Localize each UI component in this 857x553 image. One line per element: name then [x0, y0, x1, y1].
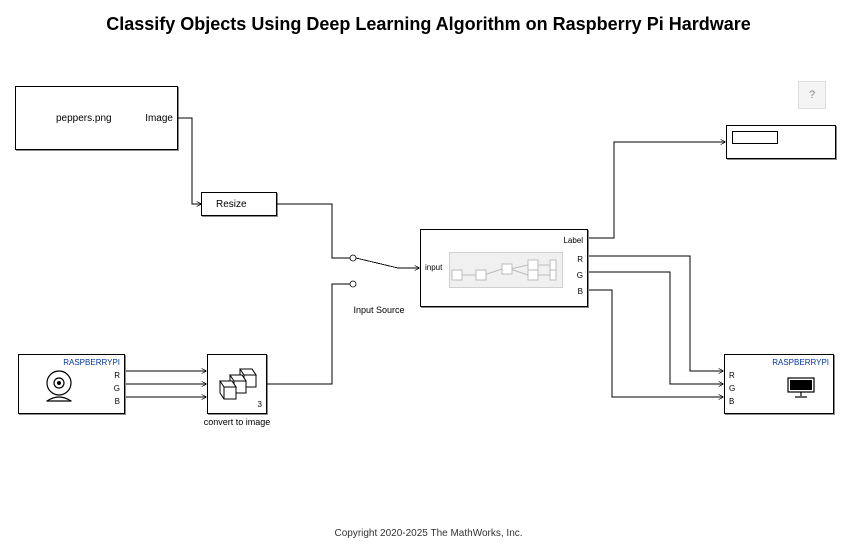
switch-caption: Input Source — [340, 306, 418, 315]
camera-device-label: RASPBERRYPI — [63, 359, 120, 367]
dl-port-r-label: R — [577, 256, 583, 264]
camera-block[interactable]: RASPBERRYPI R G B — [18, 354, 125, 414]
video-device-label: RASPBERRYPI — [772, 359, 829, 367]
image-file-port-out-label: Image — [145, 114, 173, 124]
video-port-r-label: R — [729, 372, 735, 380]
camera-port-r-label: R — [114, 372, 120, 380]
camera-port-b-label: B — [115, 398, 120, 406]
video-port-b-label: B — [729, 398, 734, 406]
help-button[interactable]: ? — [798, 81, 826, 109]
resize-label: Resize — [216, 200, 247, 210]
dl-port-in-label: input — [425, 264, 442, 272]
video-display-block[interactable]: R G B RASPBERRYPI — [724, 354, 834, 414]
camera-port-g-label: G — [114, 385, 120, 393]
page-title: Classify Objects Using Deep Learning Alg… — [0, 14, 857, 35]
dl-port-b-label: B — [578, 288, 583, 296]
deep-learning-block[interactable]: input Label R G B — [420, 229, 588, 307]
copyright-text: Copyright 2020-2025 The MathWorks, Inc. — [0, 528, 857, 539]
camera-icon — [41, 369, 77, 407]
concatenate-block[interactable]: 3 — [207, 354, 267, 414]
concat-port-out-label: 3 — [258, 401, 262, 409]
image-file-filename-label: peppers.png — [56, 114, 112, 124]
concat-caption: convert to image — [198, 418, 276, 427]
cube-stack-icon — [218, 365, 258, 401]
video-port-g-label: G — [729, 385, 735, 393]
dl-preview-thumbnail — [449, 252, 563, 288]
image-from-file-block[interactable]: peppers.png Image — [15, 86, 178, 150]
dl-port-label-out: Label — [563, 237, 583, 245]
resize-block[interactable]: Resize — [201, 192, 277, 216]
manual-switch-block — [350, 255, 408, 287]
monitor-icon — [787, 377, 815, 399]
dl-port-g-label: G — [577, 272, 583, 280]
display-field-rect — [732, 131, 778, 144]
label-display-block[interactable] — [726, 125, 836, 159]
